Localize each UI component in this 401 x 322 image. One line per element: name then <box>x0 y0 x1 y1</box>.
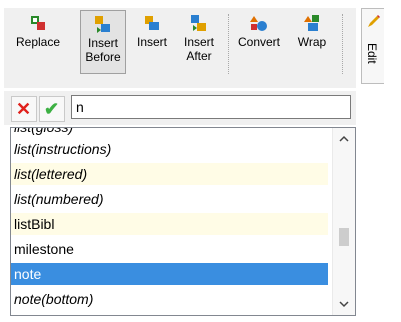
list-item[interactable]: milestone <box>11 238 328 260</box>
element-filter-input[interactable] <box>71 95 351 119</box>
chevron-down-icon <box>339 301 349 308</box>
list-item[interactable]: list(gloss) <box>11 128 328 138</box>
wrap-icon <box>303 14 321 32</box>
replace-icon <box>29 14 47 32</box>
scroll-up-button[interactable] <box>333 128 355 150</box>
close-icon: ✕ <box>16 99 32 119</box>
clear-filter-button[interactable]: ✕ <box>11 96 37 122</box>
wrap-button[interactable]: Wrap <box>290 10 334 74</box>
insert-before-icon <box>94 15 112 33</box>
insert-after-icon <box>190 14 208 32</box>
list-item-selected[interactable]: note <box>11 263 328 285</box>
list-item[interactable]: note(bottom) <box>11 288 328 310</box>
list-item[interactable]: list(numbered) <box>11 188 328 210</box>
element-toolbar: Replace Insert Before Insert Insert Afte… <box>4 8 356 88</box>
toolbar-separator <box>342 14 344 74</box>
insert-before-button[interactable]: Insert Before <box>80 10 126 74</box>
scroll-down-button[interactable] <box>333 293 355 315</box>
edit-pencil-icon <box>366 15 380 32</box>
element-list[interactable]: list(gloss) list(instructions) list(lette… <box>10 127 356 316</box>
filter-row: ✕ ✔ <box>4 91 356 125</box>
chevron-up-icon <box>339 135 349 142</box>
checkmark-icon: ✔ <box>44 99 60 119</box>
accept-filter-button[interactable]: ✔ <box>39 96 65 122</box>
replace-button[interactable]: Replace <box>10 10 66 74</box>
convert-button[interactable]: Convert <box>232 10 286 74</box>
insert-button[interactable]: Insert <box>132 10 172 74</box>
list-item[interactable]: listBibl <box>11 213 328 235</box>
insert-after-button[interactable]: Insert After <box>176 10 222 74</box>
convert-icon <box>250 14 268 32</box>
tab-edit-label: Edit <box>365 43 379 64</box>
list-item[interactable]: list(lettered) <box>11 163 328 185</box>
insert-icon <box>143 14 161 32</box>
toolbar-separator <box>228 14 230 74</box>
tab-edit[interactable]: Edit <box>361 8 384 84</box>
vertical-scrollbar[interactable] <box>332 128 355 315</box>
list-item[interactable]: list(instructions) <box>11 138 328 160</box>
scrollbar-thumb[interactable] <box>339 228 349 246</box>
